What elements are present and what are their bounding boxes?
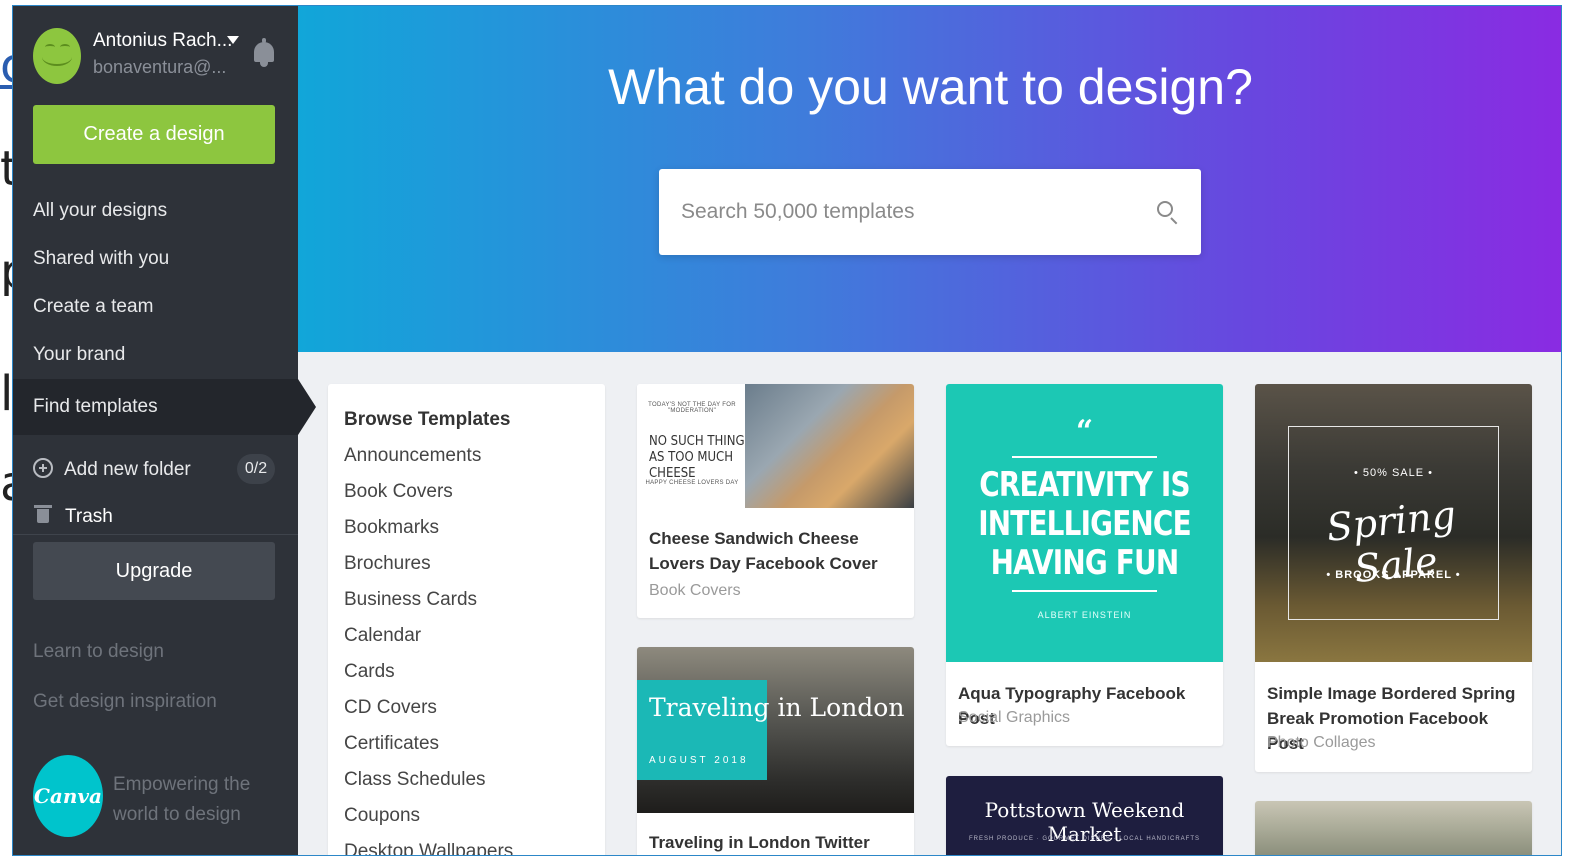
browse-item[interactable]: Brochures [344,552,513,588]
thumbnail-photo [745,384,914,508]
browse-item[interactable]: CD Covers [344,696,513,732]
avatar-mouth [42,48,72,66]
bell-icon[interactable] [251,38,277,68]
sidebar-item-find-templates[interactable]: Find templates [13,379,316,435]
user-profile[interactable]: Antonius Rach... bonaventura@... [33,26,283,90]
browse-item[interactable]: Coupons [344,804,513,840]
thumbnail-text: • BROOKS APPAREL • [1326,569,1461,581]
sidebar-item-shared-with-you[interactable]: Shared with you [13,235,298,283]
template-card[interactable]: “ CREATIVITY IS INTELLIGENCE HAVING FUN … [946,384,1223,746]
caret-down-icon[interactable] [227,36,239,44]
template-title[interactable]: Traveling in London Twitter Post [649,830,904,855]
tagline: Empowering the world to design [113,774,251,825]
canva-window: Antonius Rach... bonaventura@... Create … [12,5,1562,856]
thumbnail-text: FRESH PRODUCE · GOURMET DISHES · LOCAL H… [968,836,1201,842]
browse-templates-panel: Browse Templates Announcements Book Cove… [328,384,605,855]
template-thumbnail[interactable]: • 50% SALE • Spring Sale • BROOKS APPARE… [1255,384,1532,662]
user-name[interactable]: Antonius Rach... [93,30,232,52]
browse-item[interactable]: Bookmarks [344,516,513,552]
sidebar-item-all-designs[interactable]: All your designs [13,187,298,235]
learn-to-design-link[interactable]: Learn to design [33,641,164,663]
template-thumbnail[interactable]: “ CREATIVITY IS INTELLIGENCE HAVING FUN … [946,384,1223,662]
template-title[interactable]: Cheese Sandwich Cheese Lovers Day Facebo… [649,526,904,576]
design-inspiration-link[interactable]: Get design inspiration [33,691,217,713]
thumbnail-text: CREATIVITY IS INTELLIGENCE HAVING FUN [978,465,1191,583]
user-email: bonaventura@... [93,57,227,77]
browse-item[interactable]: Certificates [344,732,513,768]
page-title: What do you want to design? [608,59,1253,115]
search-box[interactable] [659,169,1201,255]
template-category: Book Covers [649,582,741,599]
thumbnail-text: • 50% SALE • [1353,467,1433,479]
browse-item[interactable]: Book Covers [344,480,513,516]
template-card[interactable]: Traveling in London AUGUST 2018 Travelin… [637,647,914,855]
template-thumbnail[interactable]: TODAY'S NOT THE DAY FOR "MODERATION" NO … [637,384,914,508]
add-folder-label: Add new folder [64,459,191,480]
canva-logo[interactable]: Canva [33,755,103,837]
plus-circle-icon [33,458,53,478]
thumbnail-text: ALBERT EINSTEIN [1037,610,1132,620]
browse-title: Browse Templates [344,409,511,430]
thumbnail-text: AUGUST 2018 [649,755,749,766]
search-input[interactable] [681,197,1131,227]
template-thumbnail[interactable]: Traveling in London AUGUST 2018 [637,647,914,813]
template-category: Photo Collages [1267,734,1376,751]
quote-icon: “ [1075,414,1094,449]
browse-item[interactable]: Class Schedules [344,768,513,804]
sidebar-nav: All your designs Shared with you Create … [13,187,316,435]
trash-label: Trash [65,506,113,527]
hero-banner: What do you want to design? [298,6,1561,352]
template-card[interactable]: Pottstown Weekend Market FRESH PRODUCE ·… [946,776,1223,855]
thumbnail-text: HAPPY CHEESE LOVERS DAY [645,480,739,486]
sidebar-divider [13,534,298,535]
thumbnail-text: Spring Sale [1324,492,1458,592]
create-design-button[interactable]: Create a design [33,105,275,164]
template-category: Social Graphics [958,709,1071,726]
browse-item[interactable]: Announcements [344,444,513,480]
sidebar-item-your-brand[interactable]: Your brand [13,331,298,379]
template-card[interactable] [1255,801,1532,855]
browse-item[interactable]: Desktop Wallpapers [344,840,513,855]
trash-icon [34,505,52,523]
avatar[interactable] [33,28,81,84]
sidebar: Antonius Rach... bonaventura@... Create … [13,6,316,855]
browse-list: Announcements Book Covers Bookmarks Broc… [344,444,513,855]
browse-item[interactable]: Cards [344,660,513,696]
trash-item[interactable]: Trash [33,500,283,532]
thumbnail-text: TODAY'S NOT THE DAY FOR "MODERATION" [648,402,736,414]
search-icon[interactable] [1157,201,1179,225]
browse-item[interactable]: Calendar [344,624,513,660]
add-folder-button[interactable]: Add new folder 0/2 [33,451,283,487]
template-thumbnail[interactable] [1255,801,1532,855]
template-card[interactable]: • 50% SALE • Spring Sale • BROOKS APPARE… [1255,384,1532,772]
sidebar-item-create-team[interactable]: Create a team [13,283,298,331]
template-thumbnail[interactable]: Pottstown Weekend Market FRESH PRODUCE ·… [946,776,1223,855]
folder-count-badge: 0/2 [237,454,275,484]
browse-item[interactable]: Business Cards [344,588,513,624]
upgrade-button[interactable]: Upgrade [33,542,275,600]
template-card[interactable]: TODAY'S NOT THE DAY FOR "MODERATION" NO … [637,384,914,618]
thumbnail-text: Traveling in London [649,693,905,722]
thumbnail-text: NO SUCH THING AS TOO MUCH CHEESE [649,434,745,481]
